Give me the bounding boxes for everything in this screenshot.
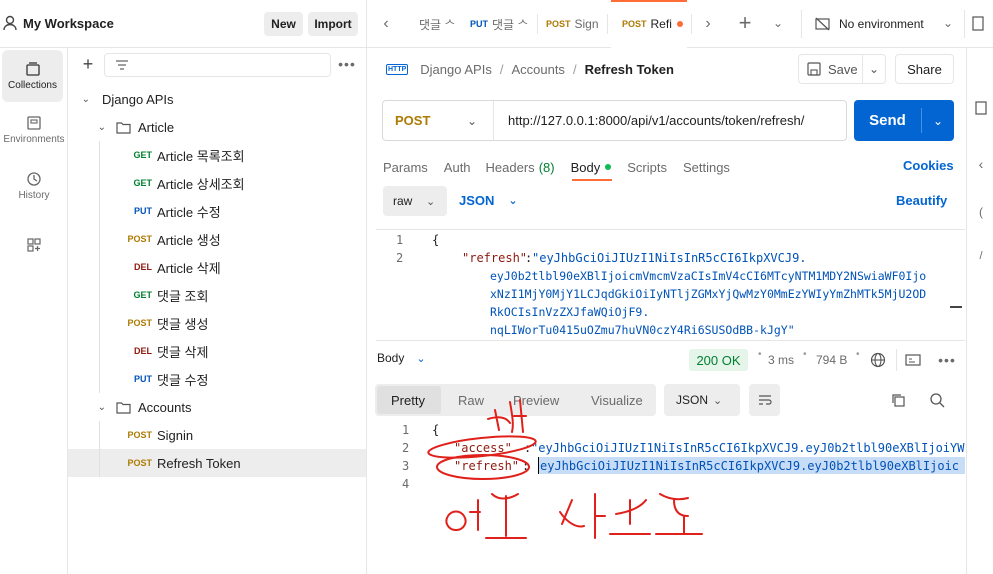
annotation-circle-refresh: [436, 454, 530, 480]
handwritten-annotation: [427, 399, 703, 539]
annotation-scribble: [445, 499, 481, 532]
annotation-scribble: [655, 493, 703, 535]
annotation-circle-access: [427, 435, 537, 459]
annotation-scribble: [559, 493, 651, 539]
annotation-scribble: [485, 493, 527, 539]
annotation-scribble: [487, 399, 527, 433]
